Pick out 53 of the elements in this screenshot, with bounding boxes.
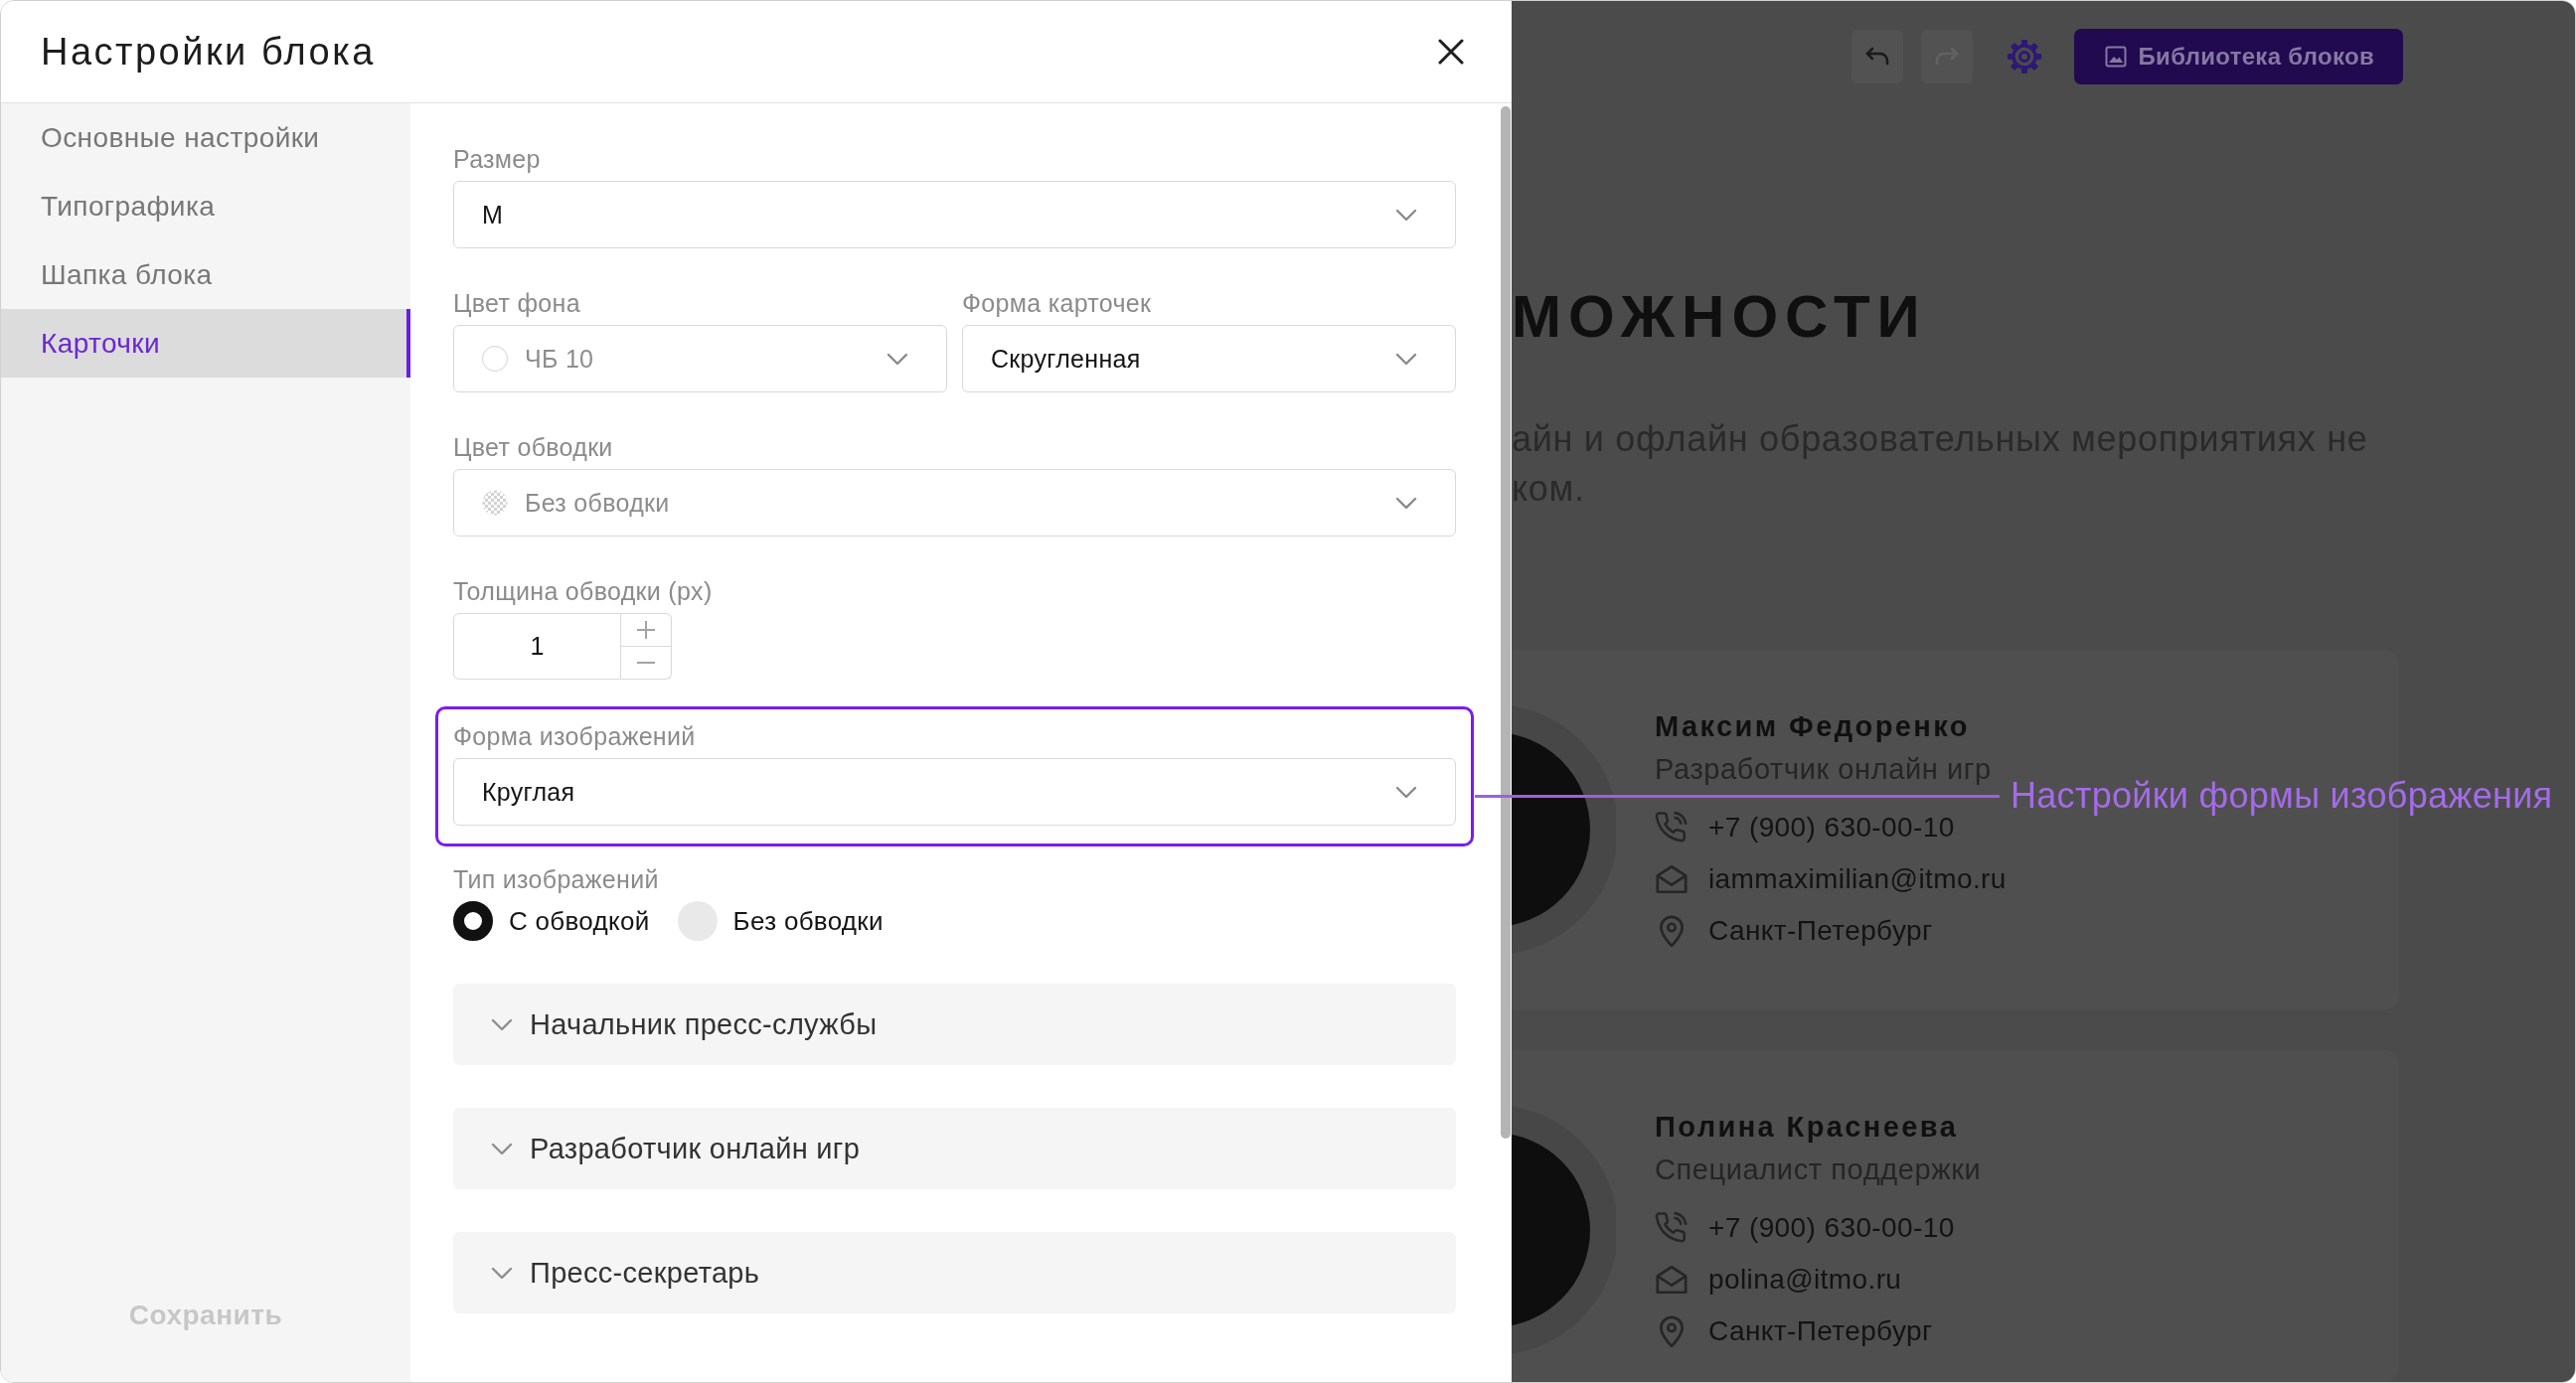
contact-text: Санкт-Петербург <box>1708 1315 1933 1347</box>
undo-button[interactable] <box>1851 30 1903 83</box>
envelope-icon <box>1655 862 1689 896</box>
field-label: Тип изображений <box>453 864 659 895</box>
phone-icon <box>1655 811 1689 845</box>
sidebar-item[interactable]: Основные настройки <box>1 103 410 172</box>
accordion-header[interactable]: Пресс-секретарь <box>453 1232 1456 1313</box>
number-input[interactable]: 1 <box>453 613 621 680</box>
decrement-button[interactable] <box>621 647 672 680</box>
dialog-title: Настройки блока <box>41 30 376 75</box>
person-name: Максим Федоренко <box>1655 709 1970 744</box>
chevron-down-icon <box>886 352 908 366</box>
field-label: Форма карточек <box>962 288 1152 319</box>
contact-text: +7 (900) 630-00-10 <box>1708 1212 1955 1244</box>
sidebar-item[interactable]: Типографика <box>1 172 410 240</box>
callout-label: Настройки формы изображения <box>2011 774 2553 818</box>
minus-icon <box>637 662 655 664</box>
close-icon[interactable] <box>1438 39 1464 65</box>
select-field[interactable]: Скругленная <box>962 325 1456 392</box>
block-library-button[interactable]: Библиотека блоков <box>2073 29 2403 84</box>
select-field[interactable]: Круглая <box>453 758 1456 826</box>
envelope-icon <box>1655 1263 1689 1297</box>
contact-text: iammaximilian@itmo.ru <box>1708 863 2007 895</box>
chevron-down-icon <box>1395 785 1417 799</box>
field-label: Цвет обводки <box>453 432 613 463</box>
plus-icon <box>637 621 655 639</box>
field-label: Цвет фона <box>453 288 580 319</box>
image-icon <box>2104 46 2127 68</box>
person-name: Полина Краснеева <box>1655 1110 1959 1145</box>
radio-button[interactable] <box>453 901 493 941</box>
phone-icon <box>1655 1211 1689 1245</box>
undo-icon <box>1863 46 1890 68</box>
sidebar-item[interactable]: Карточки <box>1 309 410 378</box>
field-label: Форма изображений <box>453 721 696 752</box>
contact-text: +7 (900) 630-00-10 <box>1708 812 1955 844</box>
checkered-swatch-icon <box>482 490 508 516</box>
radio-label[interactable]: Без обводки <box>732 905 884 937</box>
settings-icon[interactable] <box>2006 39 2042 75</box>
increment-button[interactable] <box>621 613 672 647</box>
field-label: Размер <box>453 144 541 175</box>
radio-label[interactable]: С обводкой <box>509 905 650 937</box>
contact-text: Санкт-Петербург <box>1708 915 1933 947</box>
accordion-header[interactable]: Начальник пресс-службы <box>453 984 1456 1065</box>
chevron-down-icon <box>1395 496 1417 510</box>
scrollbar-thumb[interactable] <box>1501 106 1511 1139</box>
chevron-down-icon <box>1395 208 1417 222</box>
field-label: Толщина обводки (px) <box>453 576 713 607</box>
accordion-header[interactable]: Разработчик онлайн игр <box>453 1108 1456 1189</box>
page-heading: МОЖНОСТИ <box>1512 282 1927 352</box>
select-field[interactable]: М <box>453 181 1456 248</box>
sidebar-item[interactable]: Шапка блока <box>1 240 410 309</box>
chevron-down-icon <box>1395 352 1417 366</box>
contact-text: polina@itmo.ru <box>1708 1264 1902 1296</box>
